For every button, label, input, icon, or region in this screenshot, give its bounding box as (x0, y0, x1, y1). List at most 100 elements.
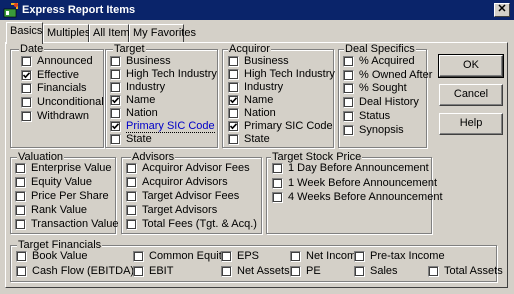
label-valuation-equity-value[interactable]: Equity Value (31, 176, 92, 188)
checkbox-acquiror-industry[interactable] (228, 82, 239, 93)
label-acquiror-name[interactable]: Name (244, 94, 273, 106)
checkbox-target-primary-sic-code[interactable] (110, 121, 121, 132)
checkbox-financials-net-assets[interactable] (221, 266, 232, 277)
label-financials-net-assets[interactable]: Net Assets (237, 265, 290, 277)
checkbox-date-unconditional[interactable] (21, 97, 32, 108)
label-date-financials[interactable]: Financials (37, 82, 87, 94)
help-button[interactable]: Help (439, 113, 503, 135)
label-acquiror-high-tech-industry[interactable]: High Tech Industry (244, 68, 335, 80)
checkbox-deal-owned-after[interactable] (343, 70, 354, 81)
cancel-button[interactable]: Cancel (439, 84, 503, 106)
label-acquiror-industry[interactable]: Industry (244, 81, 283, 93)
checkbox-stock-1-week-before-announcement[interactable] (272, 178, 283, 189)
checkbox-acquiror-nation[interactable] (228, 108, 239, 119)
checkbox-valuation-rank-value[interactable] (15, 205, 26, 216)
checkbox-acquiror-name[interactable] (228, 95, 239, 106)
checkbox-financials-cash-flow-ebitda[interactable] (16, 266, 27, 277)
label-deal-deal-history[interactable]: Deal History (359, 96, 419, 108)
checkbox-acquiror-high-tech-industry[interactable] (228, 69, 239, 80)
checkbox-deal-sought[interactable] (343, 83, 354, 94)
ok-button[interactable]: OK (438, 54, 504, 78)
checkbox-target-business[interactable] (110, 56, 121, 67)
label-acquiror-nation[interactable]: Nation (244, 107, 276, 119)
checkbox-advisors-acquiror-advisor-fees[interactable] (126, 163, 137, 174)
checkbox-valuation-transaction-value[interactable] (15, 219, 26, 230)
label-target-industry[interactable]: Industry (126, 81, 165, 93)
label-financials-sales[interactable]: Sales (370, 265, 398, 277)
checkbox-deal-acquired[interactable] (343, 56, 354, 67)
label-advisors-target-advisors[interactable]: Target Advisors (142, 204, 217, 216)
checkbox-date-announced[interactable] (21, 56, 32, 67)
checkbox-stock-4-weeks-before-announcement[interactable] (272, 192, 283, 203)
label-target-primary-sic-code[interactable]: Primary SIC Code (126, 120, 215, 133)
checkbox-date-financials[interactable] (21, 83, 32, 94)
label-target-state[interactable]: State (126, 133, 152, 145)
label-deal-owned-after[interactable]: % Owned After (359, 69, 432, 81)
checkbox-financials-eps[interactable] (221, 251, 232, 262)
label-advisors-target-advisor-fees[interactable]: Target Advisor Fees (142, 190, 239, 202)
checkbox-financials-common-equity[interactable] (133, 251, 144, 262)
close-button[interactable]: ✕ (494, 3, 510, 17)
tab-my-favorites[interactable]: My Favorites (129, 24, 196, 42)
tab-all-items[interactable]: All Items (89, 24, 135, 42)
label-advisors-acquiror-advisor-fees[interactable]: Acquiror Advisor Fees (142, 162, 250, 174)
checkbox-target-industry[interactable] (110, 82, 121, 93)
label-stock-4-weeks-before-announcement[interactable]: 4 Weeks Before Announcement (288, 191, 443, 203)
checkbox-deal-deal-history[interactable] (343, 97, 354, 108)
label-date-effective[interactable]: Effective (37, 69, 79, 81)
checkbox-deal-status[interactable] (343, 111, 354, 122)
checkbox-advisors-target-advisors[interactable] (126, 205, 137, 216)
checkbox-target-name[interactable] (110, 95, 121, 106)
label-target-business[interactable]: Business (126, 55, 171, 67)
tab-multiples[interactable]: Multiples (43, 24, 90, 42)
label-acquiror-primary-sic-code[interactable]: Primary SIC Code (244, 120, 333, 132)
checkbox-target-nation[interactable] (110, 108, 121, 119)
checkbox-valuation-price-per-share[interactable] (15, 191, 26, 202)
checkbox-financials-total-assets[interactable] (428, 266, 439, 277)
label-financials-pre-tax-income[interactable]: Pre-tax Income (370, 250, 445, 262)
label-deal-sought[interactable]: % Sought (359, 82, 407, 94)
label-financials-total-assets[interactable]: Total Assets (444, 265, 503, 277)
tab-basics[interactable]: Basics (6, 22, 43, 44)
label-financials-pe[interactable]: PE (306, 265, 321, 277)
label-advisors-acquiror-advisors[interactable]: Acquiror Advisors (142, 176, 228, 188)
checkbox-valuation-enterprise-value[interactable] (15, 163, 26, 174)
checkbox-acquiror-state[interactable] (228, 134, 239, 145)
checkbox-advisors-target-advisor-fees[interactable] (126, 191, 137, 202)
label-deal-acquired[interactable]: % Acquired (359, 55, 415, 67)
label-date-announced[interactable]: Announced (37, 55, 93, 67)
label-financials-ebit[interactable]: EBIT (149, 265, 173, 277)
checkbox-advisors-acquiror-advisors[interactable] (126, 177, 137, 188)
checkbox-date-effective[interactable] (21, 70, 32, 81)
label-target-high-tech-industry[interactable]: High Tech Industry (126, 68, 217, 80)
checkbox-date-withdrawn[interactable] (21, 111, 32, 122)
checkbox-financials-ebit[interactable] (133, 266, 144, 277)
label-acquiror-state[interactable]: State (244, 133, 270, 145)
label-valuation-transaction-value[interactable]: Transaction Value (31, 218, 118, 230)
label-acquiror-business[interactable]: Business (244, 55, 289, 67)
checkbox-deal-synopsis[interactable] (343, 125, 354, 136)
label-deal-status[interactable]: Status (359, 110, 390, 122)
label-financials-common-equity[interactable]: Common Equity (149, 250, 227, 262)
checkbox-advisors-total-fees-tgt-acq[interactable] (126, 219, 137, 230)
label-valuation-rank-value[interactable]: Rank Value (31, 204, 87, 216)
label-deal-synopsis[interactable]: Synopsis (359, 124, 404, 136)
label-target-name[interactable]: Name (126, 94, 155, 106)
label-financials-book-value[interactable]: Book Value (32, 250, 87, 262)
label-date-withdrawn[interactable]: Withdrawn (37, 110, 89, 122)
checkbox-acquiror-primary-sic-code[interactable] (228, 121, 239, 132)
label-valuation-price-per-share[interactable]: Price Per Share (31, 190, 109, 202)
checkbox-financials-book-value[interactable] (16, 251, 27, 262)
label-financials-eps[interactable]: EPS (237, 250, 259, 262)
checkbox-target-high-tech-industry[interactable] (110, 69, 121, 80)
label-stock-1-week-before-announcement[interactable]: 1 Week Before Announcement (288, 177, 437, 189)
checkbox-financials-pe[interactable] (290, 266, 301, 277)
checkbox-stock-1-day-before-announcement[interactable] (272, 163, 283, 174)
checkbox-financials-net-income[interactable] (290, 251, 301, 262)
checkbox-financials-sales[interactable] (354, 266, 365, 277)
label-financials-cash-flow-ebitda[interactable]: Cash Flow (EBITDA) (32, 265, 134, 277)
checkbox-acquiror-business[interactable] (228, 56, 239, 67)
checkbox-valuation-equity-value[interactable] (15, 177, 26, 188)
label-valuation-enterprise-value[interactable]: Enterprise Value (31, 162, 112, 174)
label-advisors-total-fees-tgt-acq[interactable]: Total Fees (Tgt. & Acq.) (142, 218, 257, 230)
